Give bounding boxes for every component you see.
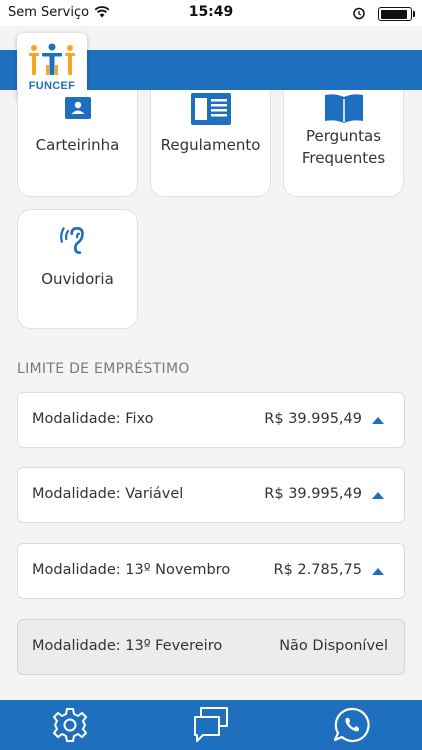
loan-row-variavel[interactable]: Modalidade: Variável R$ 39.995,49 (17, 467, 405, 523)
battery-fill (380, 9, 407, 19)
shortcut-ouvidoria[interactable]: Ouvidoria (17, 209, 138, 329)
logo-figures-icon (29, 43, 75, 75)
bottom-nav-bar (0, 700, 422, 750)
battery-tip (413, 11, 415, 17)
gear-icon[interactable] (48, 704, 92, 746)
shortcut-label: Ouvidoria (41, 270, 114, 288)
loan-modality-label: Modalidade: Fixo (32, 411, 154, 427)
battery-icon (378, 7, 412, 21)
chat-icon[interactable] (189, 704, 233, 746)
id-card-icon (65, 97, 91, 119)
loan-row-fixo[interactable]: Modalidade: Fixo R$ 39.995,49 (17, 392, 405, 448)
shortcut-label-line1: Perguntas (305, 127, 382, 145)
shortcut-carteirinha[interactable]: Carteirinha (17, 90, 138, 197)
shortcut-label-line2: Frequentes (301, 149, 386, 167)
chevron-up-icon[interactable] (372, 417, 384, 424)
status-bar: Sem Serviço 15:49 (0, 0, 422, 26)
document-icon (191, 93, 231, 125)
book-icon (325, 94, 363, 123)
shortcut-label: Regulamento (160, 136, 261, 154)
loan-modality-label: Modalidade: 13º Fevereiro (32, 638, 223, 654)
loan-amount: R$ 39.995,49 (264, 486, 362, 502)
chevron-up-icon[interactable] (372, 492, 384, 499)
loan-amount: R$ 2.785,75 (273, 562, 362, 578)
main-content[interactable]: Carteirinha Regulamento Perguntas Freque… (0, 90, 422, 700)
alarm-icon (353, 7, 365, 20)
shortcut-perguntas-frequentes[interactable]: Perguntas Frequentes (283, 90, 404, 197)
loan-row-13-fevereiro: Modalidade: 13º Fevereiro Não Disponível (17, 619, 405, 675)
whatsapp-icon[interactable] (330, 704, 374, 746)
shortcut-regulamento[interactable]: Regulamento (150, 90, 271, 197)
loan-modality-label: Modalidade: 13º Novembro (32, 562, 231, 578)
loan-amount: R$ 39.995,49 (264, 411, 362, 427)
loan-row-13-novembro[interactable]: Modalidade: 13º Novembro R$ 2.785,75 (17, 543, 405, 599)
loan-limit-section-title: LIMITE DE EMPRÉSTIMO (17, 361, 190, 377)
chevron-up-icon[interactable] (372, 568, 384, 575)
shortcut-label: Carteirinha (35, 136, 120, 154)
loan-modality-label: Modalidade: Variável (32, 486, 184, 502)
ear-icon (60, 226, 84, 254)
loan-unavailable-status: Não Disponível (279, 638, 388, 654)
